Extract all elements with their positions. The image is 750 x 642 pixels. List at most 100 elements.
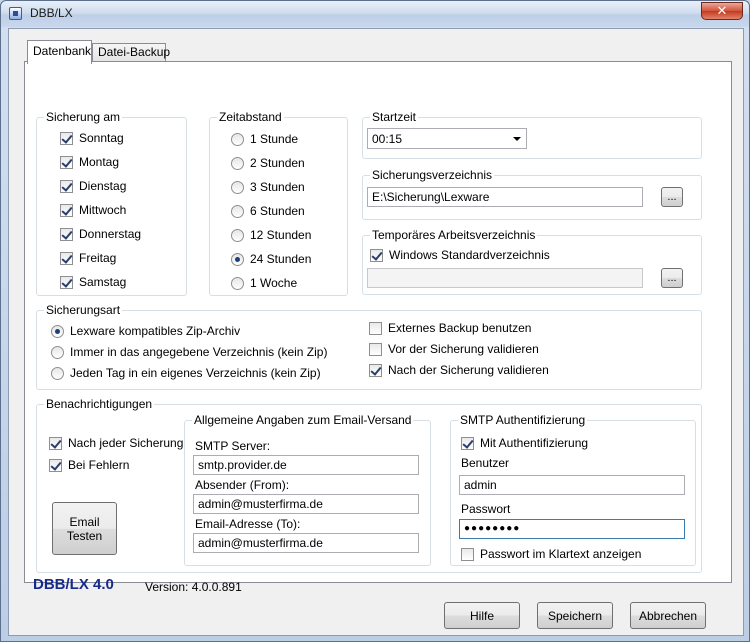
tab-datei-backup[interactable]: Datei-Backup bbox=[92, 43, 170, 62]
save-button[interactable]: Speichern bbox=[537, 602, 613, 629]
interval-radio[interactable]: 12 Stunden bbox=[231, 228, 311, 242]
radio-button[interactable] bbox=[231, 156, 244, 170]
group-title: Benachrichtigungen bbox=[44, 397, 155, 411]
startzeit-value: 00:15 bbox=[372, 132, 403, 146]
radio-label: Lexware kompatibles Zip-Archiv bbox=[70, 324, 241, 338]
cancel-button[interactable]: Abbrechen bbox=[630, 602, 706, 629]
close-icon: ✕ bbox=[716, 3, 728, 18]
app-icon bbox=[9, 7, 22, 20]
validation-checkbox[interactable]: Nach der Sicherung validieren bbox=[369, 363, 549, 377]
day-checkbox[interactable]: Montag bbox=[60, 155, 119, 169]
checkbox-label: Mittwoch bbox=[79, 203, 127, 217]
day-checkbox[interactable]: Dienstag bbox=[60, 179, 126, 193]
checkbox-label: Windows Standardverzeichnis bbox=[389, 248, 550, 262]
recipient-label: Email-Adresse (To): bbox=[195, 517, 301, 531]
recipient-input[interactable]: admin@musterfirma.de bbox=[193, 533, 419, 553]
validation-checkbox[interactable]: Vor der Sicherung validieren bbox=[369, 342, 539, 356]
chevron-down-icon bbox=[513, 137, 521, 141]
radio-label: Immer in das angegebene Verzeichnis (kei… bbox=[70, 345, 328, 359]
group-title: Sicherungsart bbox=[44, 303, 123, 317]
backup-dir-input[interactable]: E:\Sicherung\Lexware bbox=[367, 187, 643, 207]
app-window: DBB/LX ✕ Datenbank Datei-Backup Sicherun… bbox=[0, 0, 750, 642]
group-title: Sicherungsverzeichnis bbox=[370, 168, 495, 182]
browse-temp-dir-button[interactable]: ... bbox=[661, 268, 683, 288]
checkbox-box[interactable] bbox=[60, 203, 73, 217]
backup-mode-radio[interactable]: Immer in das angegebene Verzeichnis (kei… bbox=[51, 345, 327, 359]
checkbox-box[interactable] bbox=[60, 251, 73, 265]
notify-checkbox[interactable]: Nach jeder Sicherung bbox=[49, 436, 183, 450]
checkbox-box[interactable] bbox=[49, 436, 62, 450]
checkbox-box[interactable] bbox=[60, 131, 73, 145]
backup-mode-radio[interactable]: Jeden Tag in ein eigenes Verzeichnis (ke… bbox=[51, 366, 321, 380]
radio-label: Jeden Tag in ein eigenes Verzeichnis (ke… bbox=[70, 366, 321, 380]
temp-standard-checkbox[interactable]: Windows Standardverzeichnis bbox=[370, 248, 550, 262]
checkbox-box[interactable] bbox=[60, 275, 73, 289]
notify-checkbox[interactable]: Bei Fehlern bbox=[49, 458, 129, 472]
show-password-checkbox[interactable]: Passwort im Klartext anzeigen bbox=[461, 547, 641, 561]
checkbox-label: Mit Authentifizierung bbox=[480, 436, 589, 450]
radio-button[interactable] bbox=[231, 180, 244, 194]
close-button[interactable]: ✕ bbox=[701, 2, 743, 20]
checkbox-label: Freitag bbox=[79, 251, 117, 265]
tab-datenbank[interactable]: Datenbank bbox=[27, 40, 92, 64]
version-label: Version: 4.0.0.891 bbox=[145, 580, 242, 594]
title-bar[interactable]: DBB/LX ✕ bbox=[1, 1, 749, 27]
radio-label: 2 Stunden bbox=[250, 156, 305, 170]
group-title: Allgemeine Angaben zum Email-Versand bbox=[192, 413, 414, 427]
checkbox-box[interactable] bbox=[369, 363, 382, 377]
interval-radio[interactable]: 6 Stunden bbox=[231, 204, 305, 218]
day-checkbox[interactable]: Donnerstag bbox=[60, 227, 141, 241]
radio-button[interactable] bbox=[231, 276, 244, 290]
checkbox-label: Bei Fehlern bbox=[68, 458, 130, 472]
day-checkbox[interactable]: Sonntag bbox=[60, 131, 124, 145]
checkbox-box[interactable] bbox=[370, 248, 383, 262]
radio-button[interactable] bbox=[51, 324, 64, 338]
day-checkbox[interactable]: Freitag bbox=[60, 251, 116, 265]
checkbox-box[interactable] bbox=[60, 227, 73, 241]
radio-label: 1 Stunde bbox=[250, 132, 299, 146]
user-label: Benutzer bbox=[461, 456, 510, 470]
email-test-button[interactable]: Email Testen bbox=[52, 502, 117, 555]
group-title: Zeitabstand bbox=[217, 110, 284, 124]
checkbox-box[interactable] bbox=[461, 547, 474, 561]
checkbox-box[interactable] bbox=[461, 436, 474, 450]
startzeit-dropdown[interactable]: 00:15 bbox=[367, 128, 527, 149]
smtp-server-input[interactable]: smtp.provider.de bbox=[193, 455, 419, 475]
group-title: Temporäres Arbeitsverzeichnis bbox=[370, 228, 538, 242]
browse-backup-dir-button[interactable]: ... bbox=[661, 187, 683, 207]
day-checkbox[interactable]: Samstag bbox=[60, 275, 126, 289]
radio-button[interactable] bbox=[231, 228, 244, 242]
interval-radio[interactable]: 3 Stunden bbox=[231, 180, 305, 194]
interval-radio[interactable]: 24 Stunden bbox=[231, 252, 311, 266]
radio-button[interactable] bbox=[231, 204, 244, 218]
user-input[interactable]: admin bbox=[459, 475, 685, 495]
validation-checkbox[interactable]: Externes Backup benutzen bbox=[369, 321, 531, 335]
radio-label: 6 Stunden bbox=[250, 204, 305, 218]
radio-button[interactable] bbox=[231, 252, 244, 266]
interval-radio[interactable]: 1 Woche bbox=[231, 276, 297, 290]
help-button[interactable]: Hilfe bbox=[444, 602, 520, 629]
backup-mode-radio[interactable]: Lexware kompatibles Zip-Archiv bbox=[51, 324, 240, 338]
window-title: DBB/LX bbox=[30, 6, 73, 20]
checkbox-label: Sonntag bbox=[79, 131, 124, 145]
day-checkbox[interactable]: Mittwoch bbox=[60, 203, 126, 217]
radio-button[interactable] bbox=[51, 366, 64, 380]
temp-dir-input[interactable] bbox=[367, 268, 643, 288]
checkbox-label: Nach jeder Sicherung bbox=[68, 436, 184, 450]
sender-input[interactable]: admin@musterfirma.de bbox=[193, 494, 419, 514]
radio-label: 1 Woche bbox=[250, 276, 298, 290]
checkbox-box[interactable] bbox=[60, 155, 73, 169]
password-label: Passwort bbox=[461, 502, 511, 516]
checkbox-box[interactable] bbox=[369, 342, 382, 356]
checkbox-box[interactable] bbox=[49, 458, 62, 472]
group-title: Sicherung am bbox=[44, 110, 123, 124]
interval-radio[interactable]: 2 Stunden bbox=[231, 156, 305, 170]
checkbox-box[interactable] bbox=[60, 179, 73, 193]
radio-button[interactable] bbox=[231, 132, 244, 146]
interval-radio[interactable]: 1 Stunde bbox=[231, 132, 298, 146]
auth-checkbox[interactable]: Mit Authentifizierung bbox=[461, 436, 588, 450]
radio-button[interactable] bbox=[51, 345, 64, 359]
radio-label: 12 Stunden bbox=[250, 228, 312, 242]
checkbox-box[interactable] bbox=[369, 321, 382, 335]
password-input[interactable]: ●●●●●●●● bbox=[459, 519, 685, 539]
